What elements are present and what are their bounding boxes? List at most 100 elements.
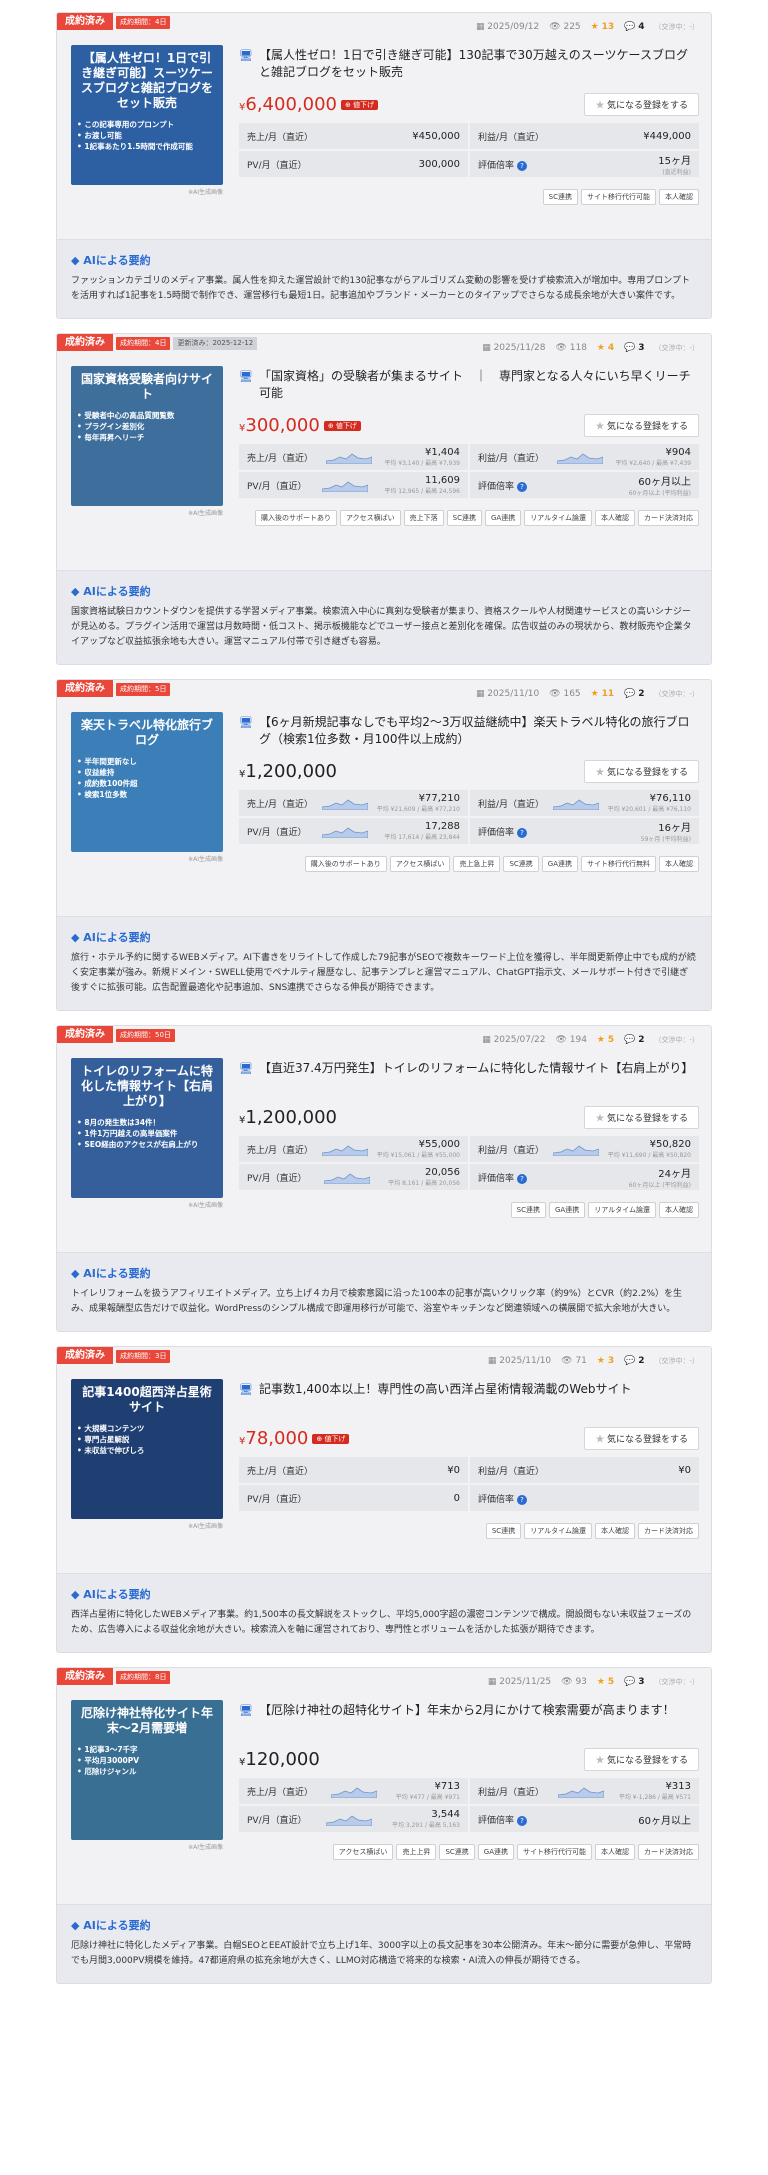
favorite-button[interactable]: ★ 気になる登録をする	[584, 1427, 699, 1450]
profit-stat: 利益/月（直近） ¥449,000	[470, 123, 699, 149]
stat-value: 60ヶ月以上 60ヶ月以上 (平均利益)	[628, 477, 691, 497]
price-down-badge: ⊕ 値下げ	[340, 100, 379, 110]
thumbnail-bullet: • 平均月3000PV	[77, 1756, 140, 1765]
rate-stat: 評価倍率? 15ヶ月 (直近利益)	[470, 151, 699, 177]
listing-thumbnail[interactable]: 【属人性ゼロ！1日で引き継ぎ可能】スーツケースブログと雑記ブログをセット販売 • …	[71, 45, 223, 197]
feature-chip: SC連携	[439, 1844, 475, 1860]
listing-title[interactable]: 【厄除け神社の超特化サイト】年末から2月にかけて検索需要が高まります！	[259, 1702, 675, 1719]
favorite-button[interactable]: ★ 気になる登録をする	[584, 760, 699, 783]
feature-chip: 本人確認	[659, 856, 699, 872]
post-date: ▦ 2025/09/12	[475, 22, 540, 32]
ai-summary-title: ◆ AIによる要約	[71, 585, 151, 598]
help-icon[interactable]: ?	[517, 1494, 528, 1505]
help-icon[interactable]: ?	[517, 1173, 528, 1184]
thumbnail-bullets: • 受験者中心の高品質閲覧数 • プラグイン差別化 • 毎年再昇ヘリーチ	[77, 410, 217, 443]
listing-price: ¥300,000 ⊕ 値下げ	[239, 415, 361, 436]
feature-chip: 本人確認	[659, 189, 699, 205]
thumbnail-image: 国家資格受験者向けサイト • 受験者中心の高品質閲覧数 • プラグイン差別化 • 毎年…	[71, 366, 223, 506]
stat-label: PV/月（直近）	[247, 481, 307, 492]
listing-stats: 売上/月（直近） ¥450,000 利益/月（直近） ¥449,000 PV/月（直近）…	[239, 123, 699, 177]
sales-stat: 売上/月（直近） ¥55,000 平均 ¥15,061 / 最高 ¥55,000	[239, 1136, 468, 1162]
listing-thumbnail[interactable]: 記事1400超西洋占星術サイト • 大規模コンテンツ • 専門占星解説 • 未収益で伸…	[71, 1379, 223, 1531]
listing-title-row[interactable]: 🖥 「国家資格」の受験者が集まるサイト ｜ 専門家となる人々にいち早くリーチ可能	[239, 368, 699, 402]
listing-title[interactable]: 「国家資格」の受験者が集まるサイト ｜ 専門家となる人々にいち早くリーチ可能	[259, 368, 699, 402]
view-count: 👁 165	[549, 689, 581, 699]
listing-title[interactable]: 【6ヶ月新規記事なしでも平均2〜3万収益継続中】楽天トラベル特化の旅行ブログ（検…	[259, 714, 699, 748]
feature-chip: サイト移行代行可能	[517, 1844, 592, 1860]
thumbnail-image: 【属人性ゼロ！1日で引き継ぎ可能】スーツケースブログと雑記ブログをセット販売 • …	[71, 45, 223, 185]
favorite-button[interactable]: ★ 気になる登録をする	[584, 1106, 699, 1129]
feature-chips: SC連携 リアルタイム論還 本人確認 カード決済対応	[239, 1523, 699, 1539]
star-icon: ★	[590, 689, 602, 699]
monitor-icon: 🖥	[239, 370, 253, 383]
listing-thumbnail[interactable]: トイレのリフォームに特化した情報サイト【右肩上がり】 • 8月の発生数は34件！ •…	[71, 1058, 223, 1210]
thumbnail-title: 記事1400超西洋占星術サイト	[82, 1385, 212, 1414]
star-outline-icon: ★	[595, 421, 607, 431]
feature-chip: 購入後のサポートあり	[304, 856, 387, 872]
listing-title-row[interactable]: 🖥 記事数1,400本以上！専門性の高い西洋占星術情報満載のWebサイト	[239, 1381, 699, 1398]
price-row: ¥6,400,000 ⊕ 値下げ ★ 気になる登録をする	[239, 93, 699, 116]
comment-icon: 💬	[624, 1356, 639, 1366]
favorite-button[interactable]: ★ 気になる登録をする	[584, 93, 699, 116]
feature-chip: リアルタイム論還	[524, 510, 592, 526]
thumbnail-image: 楽天トラベル特化旅行ブログ • 半年間更新なし • 収益維持 • 成約数100件超 • …	[71, 712, 223, 852]
pv-stat: PV/月（直近） 20,056 平均 8,161 / 最高 20,056	[239, 1164, 468, 1190]
star-outline-icon: ★	[595, 1434, 607, 1444]
stat-value: ¥0	[447, 1464, 460, 1476]
help-icon[interactable]: ?	[517, 827, 528, 838]
stat-value: 16ヶ月 59ヶ月 (平均利益)	[640, 823, 691, 843]
stat-label: 利益/月（直近）	[478, 1145, 545, 1156]
thumbnail-bullet: • プラグイン差別化	[77, 422, 145, 431]
profit-stat: 利益/月（直近） ¥76,110 平均 ¥20,601 / 最高 ¥76,110	[470, 790, 699, 816]
stat-label: 利益/月（直近）	[478, 1787, 545, 1798]
star-count: ★ 5	[596, 1677, 615, 1687]
listing-card[interactable]: 成約済み 成約期間：50日 ▦ 2025/07/22 👁 194 ★ 5 💬 2 （交渉中：…	[56, 1025, 712, 1332]
favorite-button[interactable]: ★ 気になる登録をする	[584, 1748, 699, 1771]
monitor-icon: 🖥	[239, 1062, 253, 1075]
monitor-icon: 🖥	[239, 716, 253, 729]
comment-count: 💬 4	[624, 22, 645, 32]
listing-thumbnail[interactable]: 楽天トラベル特化旅行ブログ • 半年間更新なし • 収益維持 • 成約数100件超 • …	[71, 712, 223, 864]
listing-card[interactable]: 成約済み 成約期間：5日 ▦ 2025/11/10 👁 165 ★ 11 💬 2 （交渉中：…	[56, 679, 712, 1011]
listing-title-row[interactable]: 🖥 【属人性ゼロ！1日で引き継ぎ可能】130記事で30万越えのスーツケースブログと…	[239, 47, 699, 81]
stat-label: 評価倍率?	[478, 1813, 528, 1826]
listing-title-row[interactable]: 🖥 【厄除け神社の超特化サイト】年末から2月にかけて検索需要が高まります！	[239, 1702, 699, 1719]
help-icon[interactable]: ?	[517, 1815, 528, 1826]
comment-count: 💬 2	[624, 689, 645, 699]
price-value: 1,200,000	[245, 761, 337, 782]
stat-label: 評価倍率?	[478, 1492, 528, 1505]
thumbnail-bullet: • 1件1万円越えの高単価案件	[77, 1129, 178, 1138]
price-row: ¥120,000 ★ 気になる登録をする	[239, 1748, 699, 1771]
listing-card[interactable]: 成約済み 成約期間：8日 ▦ 2025/11/25 👁 93 ★ 5 💬 3 （交渉中：-）…	[56, 1667, 712, 1984]
listing-card[interactable]: 成約済み 成約期間：4日 ▦ 2025/09/12 👁 225 ★ 13 💬 4 （交渉中：…	[56, 12, 712, 319]
stat-label: PV/月（直近）	[247, 1173, 307, 1184]
listing-thumbnail[interactable]: 厄除け神社特化サイト年末〜2月需要増 • 1記事3〜7千字 • 平均月3000PV •…	[71, 1700, 223, 1852]
price-down-badge: ⊕ 値下げ	[312, 1434, 350, 1444]
ai-summary-title: ◆ AIによる要約	[71, 1267, 151, 1280]
stat-subvalue: 平均 ¥477 / 最高 ¥971	[395, 1794, 460, 1801]
stat-value: ¥904 平均 ¥2,640 / 最高 ¥7,439	[615, 447, 691, 467]
listing-title-row[interactable]: 🖥 【直近37.4万円発生】トイレのリフォームに特化した情報サイト【右肩上がり】	[239, 1060, 699, 1077]
listing-card[interactable]: 成約済み 成約期間：4日 更新済み：2025-12-12 ▦ 2025/11/28 👁 …	[56, 333, 712, 665]
feature-chip: カード決済対応	[638, 510, 699, 526]
stat-value: 60ヶ月以上	[638, 1815, 691, 1827]
stat-subvalue: 60ヶ月以上 (平均利益)	[628, 490, 691, 497]
ai-summary-text: ファッションカテゴリのメディア事業。属人性を抑えた運営設計で約130記事ながらア…	[71, 276, 691, 301]
sparkline-chart	[552, 1145, 599, 1156]
sales-stat: 売上/月（直近） ¥0	[239, 1457, 468, 1483]
stat-value: ¥50,820 平均 ¥11,690 / 最高 ¥50,820	[607, 1139, 691, 1159]
listing-title[interactable]: 記事数1,400本以上！専門性の高い西洋占星術情報満載のWebサイト	[259, 1381, 632, 1398]
favorite-button[interactable]: ★ 気になる登録をする	[584, 414, 699, 437]
help-icon[interactable]: ?	[517, 160, 528, 171]
stat-value: ¥313 平均 ¥-1,286 / 最高 ¥571	[618, 1781, 691, 1801]
listing-title[interactable]: 【直近37.4万円発生】トイレのリフォームに特化した情報サイト【右肩上がり】	[259, 1060, 693, 1077]
listing-main: 成約済み 成約期間：4日 更新済み：2025-12-12 ▦ 2025/11/28 👁 …	[57, 334, 711, 570]
listing-thumbnail[interactable]: 国家資格受験者向けサイト • 受験者中心の高品質閲覧数 • プラグイン差別化 • 毎年…	[71, 366, 223, 518]
help-icon[interactable]: ?	[517, 481, 528, 492]
listing-title[interactable]: 【属人性ゼロ！1日で引き継ぎ可能】130記事で30万越えのスーツケースブログと雑…	[259, 47, 699, 81]
listing-card[interactable]: 成約済み 成約期間：3日 ▦ 2025/11/10 👁 71 ★ 3 💬 2 （交渉中：-）…	[56, 1346, 712, 1653]
listing-title-row[interactable]: 🖥 【6ヶ月新規記事なしでも平均2〜3万収益継続中】楽天トラベル特化の旅行ブログ（…	[239, 714, 699, 748]
thumbnail-image: 厄除け神社特化サイト年末〜2月需要増 • 1記事3〜7千字 • 平均月3000PV •…	[71, 1700, 223, 1840]
stat-label: 売上/月（直近）	[247, 1787, 314, 1798]
stat-label: 利益/月（直近）	[478, 799, 545, 810]
